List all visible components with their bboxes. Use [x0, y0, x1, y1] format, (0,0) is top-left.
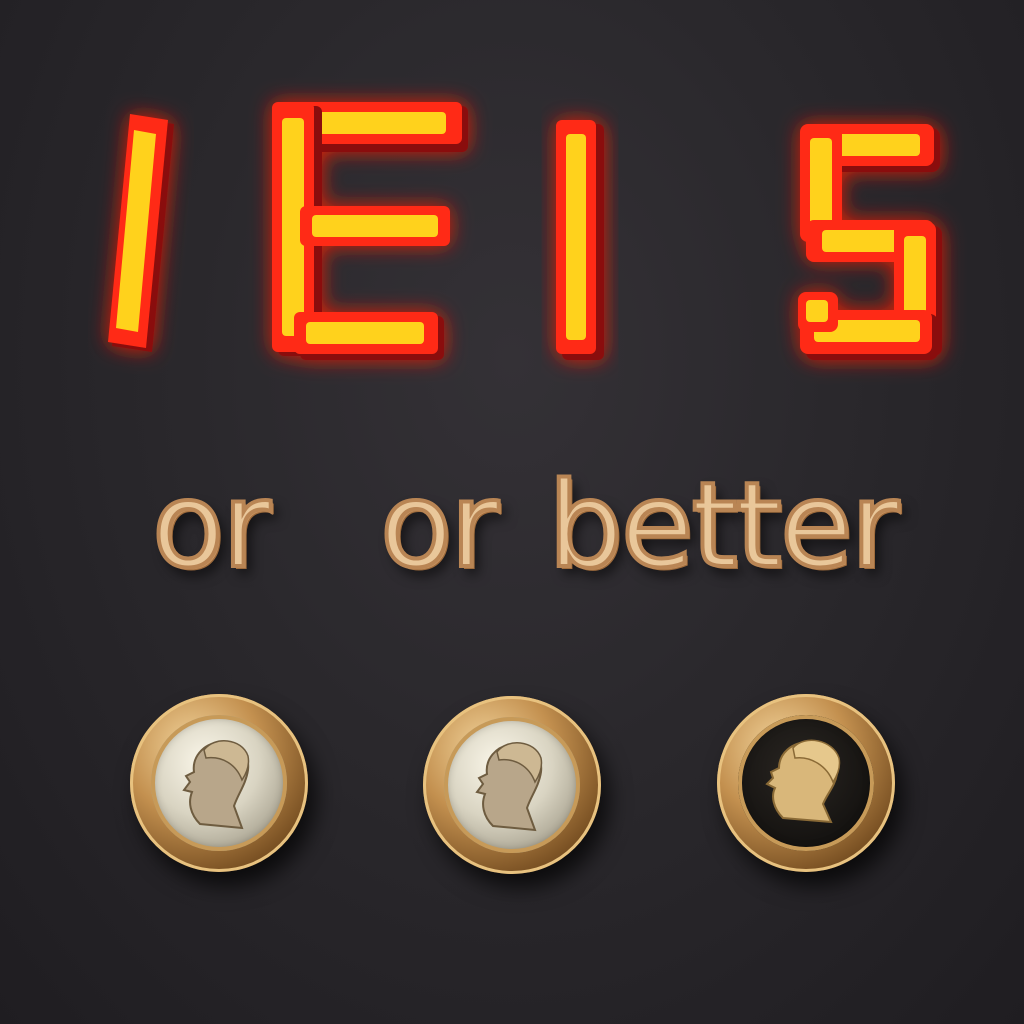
- coin-button-3[interactable]: [717, 694, 895, 872]
- profile-head-icon: [475, 742, 543, 832]
- led-glyph-3: [556, 120, 604, 360]
- profile-head-icon: [182, 740, 250, 830]
- led-glyph-1: [108, 114, 174, 352]
- coin-button-1[interactable]: [130, 694, 308, 872]
- led-glyph-4: [798, 124, 942, 360]
- gold-word-3: better: [546, 454, 901, 596]
- profile-head-icon: [765, 739, 841, 824]
- photo-scene: or or better: [0, 0, 1024, 1024]
- led-display: [0, 0, 1024, 400]
- led-glyph-2: [272, 102, 468, 360]
- coin-button-2[interactable]: [423, 696, 601, 874]
- gold-lettering: or or better: [0, 440, 1024, 610]
- gold-word-1: or: [150, 454, 273, 596]
- gold-word-2: or: [378, 454, 501, 596]
